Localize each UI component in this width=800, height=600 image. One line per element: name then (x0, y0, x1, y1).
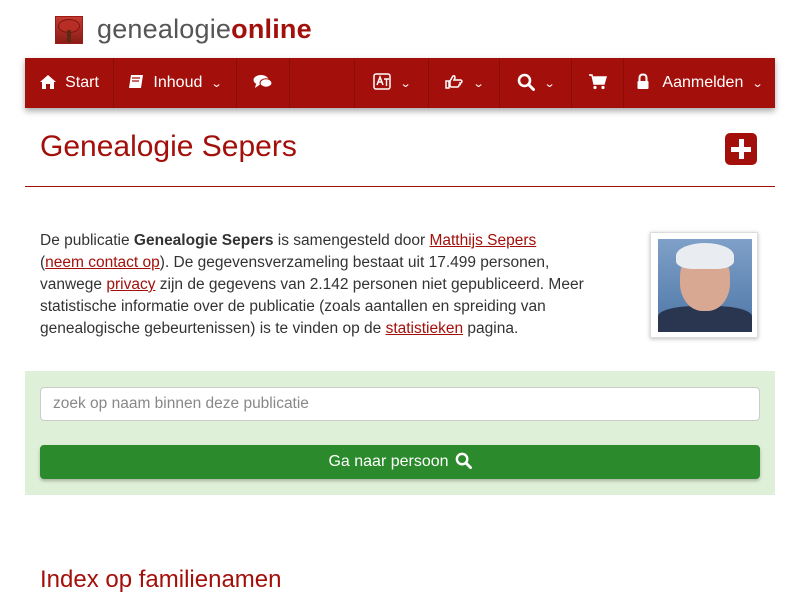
tree-logo-icon (55, 15, 83, 44)
chevron-down-icon: ⌄ (399, 77, 412, 90)
nav-start-label: Start (65, 74, 99, 91)
page-header: Genealogie Sepers (25, 120, 775, 187)
nav-aanmelden[interactable]: Aanmelden ⌄ (624, 58, 775, 108)
main-navbar: Start Inhoud ⌄ ⌄ ⌄ ⌄ Aanmelden ⌄ (25, 58, 775, 108)
privacy-link[interactable]: privacy (106, 276, 155, 293)
add-plus-button[interactable] (725, 133, 757, 165)
author-photo[interactable] (650, 232, 758, 338)
search-icon (517, 73, 535, 94)
intro-paragraph: De publicatie Genealogie Sepers is samen… (40, 232, 584, 337)
nav-inhoud[interactable]: Inhoud ⌄ (114, 58, 237, 108)
person-search-panel: Ga naar persoon (25, 371, 775, 495)
contact-link[interactable]: neem contact op (45, 254, 160, 271)
hand-pointer-icon (444, 74, 464, 93)
chevron-down-icon: ⌄ (210, 77, 223, 90)
nav-start[interactable]: Start (25, 58, 114, 108)
go-to-person-button[interactable]: Ga naar persoon (40, 445, 760, 479)
go-to-person-label: Ga naar persoon (328, 453, 449, 470)
author-link[interactable]: Matthijs Sepers (429, 232, 536, 249)
nav-cart[interactable] (572, 58, 624, 108)
nav-aanmelden-label: Aanmelden (662, 74, 744, 91)
statistics-link[interactable]: statistieken (386, 320, 464, 337)
nav-inhoud-label: Inhoud (153, 74, 203, 91)
home-icon (39, 74, 57, 93)
comments-icon (253, 74, 273, 93)
page-title: Genealogie Sepers (40, 130, 297, 163)
lock-icon (636, 73, 650, 93)
chevron-down-icon: ⌄ (751, 77, 764, 90)
translate-icon (373, 73, 391, 93)
search-icon (455, 452, 472, 472)
search-input[interactable] (40, 387, 760, 421)
index-surnames-heading: Index op familienamen (40, 566, 282, 593)
site-logo[interactable]: genealogieonline (55, 14, 312, 45)
nav-share[interactable]: ⌄ (429, 58, 500, 108)
nav-forum[interactable] (237, 58, 290, 108)
nav-search[interactable]: ⌄ (500, 58, 572, 108)
publication-name: Genealogie Sepers (133, 232, 274, 249)
book-icon (128, 74, 145, 93)
author-portrait (658, 239, 752, 332)
nav-language[interactable]: ⌄ (355, 58, 429, 108)
cart-icon (588, 73, 607, 93)
nav-spacer (290, 58, 355, 108)
logo-text: genealogieonline (97, 14, 312, 44)
chevron-down-icon: ⌄ (543, 77, 556, 90)
chevron-down-icon: ⌄ (473, 77, 485, 90)
